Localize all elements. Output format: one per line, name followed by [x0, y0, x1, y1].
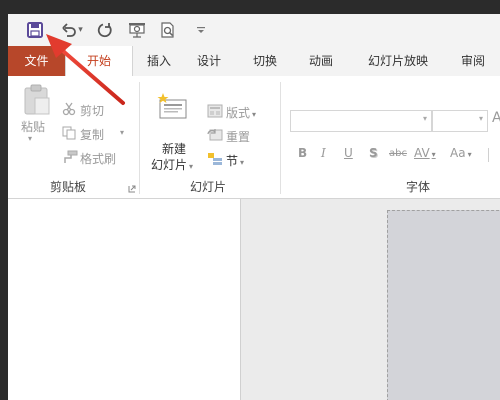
quick-access-toolbar: ▾ — [8, 14, 500, 46]
repeat-icon — [97, 23, 112, 38]
strikethrough-button[interactable]: abc — [389, 148, 407, 159]
chevron-down-icon[interactable]: ▾ — [78, 25, 83, 35]
undo-button[interactable]: ▾ — [58, 20, 86, 40]
text-shadow-button[interactable]: S — [369, 146, 378, 160]
chevron-down-icon[interactable]: ▾ — [468, 150, 472, 159]
section-button[interactable]: 节 ▾ — [226, 152, 244, 169]
slides-group-label: 幻灯片 — [189, 180, 226, 194]
tab-design[interactable]: 设计 — [188, 46, 230, 76]
tab-animations[interactable]: 动画 — [300, 46, 342, 76]
clipboard-group-label: 剪贴板 — [49, 180, 86, 194]
character-spacing-button[interactable]: AV ▾ — [414, 146, 436, 160]
italic-button[interactable]: I — [321, 146, 326, 160]
format-painter-button[interactable]: 格式刷 — [80, 150, 116, 167]
group-divider — [139, 82, 140, 194]
tab-review[interactable]: 审阅 — [452, 46, 494, 76]
new-slide-chevron-icon[interactable]: ▾ — [189, 162, 193, 171]
new-slide-button-line2[interactable]: 幻灯片 ▾ — [151, 156, 193, 173]
format-painter-icon — [64, 150, 78, 163]
copy-dropdown-chevron-icon[interactable]: ▾ — [120, 128, 124, 137]
copy-icon — [62, 126, 76, 140]
editor-workspace — [8, 199, 500, 400]
paste-dropdown-chevron-icon[interactable]: ▾ — [28, 134, 32, 143]
layout-icon — [207, 104, 223, 118]
print-preview-icon — [161, 22, 174, 38]
section-chevron-icon[interactable]: ▾ — [240, 158, 244, 167]
ribbon-tab-bar: 文件 开始 插入 设计 切换 动画 幻灯片放映 审阅 — [8, 46, 500, 77]
tab-home[interactable]: 开始 — [65, 46, 133, 77]
cut-button[interactable]: 剪切 — [80, 102, 104, 119]
powerpoint-window: ▾ 文件 开始 插入 设计 切换 动画 幻灯片放映 审阅 粘贴 ▾ 剪切 复制 … — [8, 14, 500, 400]
print-preview-button[interactable] — [158, 20, 178, 40]
customize-toolbar-button[interactable] — [194, 20, 208, 40]
toolbar-divider — [488, 148, 489, 162]
undo-icon — [62, 23, 77, 37]
new-slide-button-line1[interactable]: 新建 — [162, 140, 186, 157]
start-from-beginning-button[interactable] — [126, 20, 148, 40]
section-label: 节 — [226, 154, 239, 168]
tab-transitions[interactable]: 切换 — [244, 46, 286, 76]
tab-insert[interactable]: 插入 — [134, 46, 184, 76]
tab-file[interactable]: 文件 — [8, 46, 65, 76]
new-slide-label: 幻灯片 — [151, 158, 188, 172]
layout-chevron-icon[interactable]: ▾ — [252, 110, 256, 119]
repeat-button[interactable] — [96, 20, 114, 40]
paste-icon — [24, 84, 50, 115]
customize-toolbar-icon — [197, 27, 205, 33]
tab-slideshow[interactable]: 幻灯片放映 — [358, 46, 438, 76]
font-size-combobox[interactable]: ▾ — [432, 110, 488, 132]
reset-button[interactable]: 重置 — [226, 128, 250, 145]
chevron-down-icon[interactable]: ▾ — [432, 150, 436, 159]
layout-label: 版式 — [226, 106, 251, 120]
chevron-down-icon[interactable]: ▾ — [423, 114, 427, 123]
font-name-combobox[interactable]: ▾ — [290, 110, 432, 132]
copy-button[interactable]: 复制 — [80, 126, 104, 143]
section-icon — [208, 153, 222, 165]
new-slide-icon — [157, 93, 187, 119]
increase-font-size-button[interactable]: A — [492, 110, 500, 126]
slide-thumbnail-pane[interactable] — [8, 199, 241, 400]
character-spacing-label: AV — [414, 146, 430, 160]
change-case-button[interactable]: Aa ▾ — [450, 146, 472, 160]
chevron-down-icon[interactable]: ▾ — [479, 114, 483, 123]
underline-button[interactable]: U — [344, 146, 353, 160]
bold-button[interactable]: B — [298, 146, 307, 160]
change-case-label: Aa — [450, 146, 466, 160]
slide-editing-area[interactable] — [241, 199, 500, 400]
save-button[interactable] — [26, 20, 44, 40]
font-group-label: 字体 — [405, 180, 430, 194]
layout-button[interactable]: 版式 ▾ — [226, 104, 256, 121]
ribbon-home-panel: 粘贴 ▾ 剪切 复制 ▾ 格式刷 剪贴板 新建 幻灯片 ▾ 版式 ▾ 重置 节 … — [8, 76, 500, 199]
cut-icon — [62, 102, 76, 116]
start-from-beginning-icon — [129, 23, 145, 38]
dialog-launcher-icon[interactable] — [128, 185, 136, 193]
paste-button[interactable]: 粘贴 — [21, 118, 45, 135]
slide-canvas[interactable] — [387, 210, 500, 400]
save-icon — [27, 22, 43, 38]
reset-icon — [207, 129, 223, 141]
group-divider — [280, 82, 281, 194]
